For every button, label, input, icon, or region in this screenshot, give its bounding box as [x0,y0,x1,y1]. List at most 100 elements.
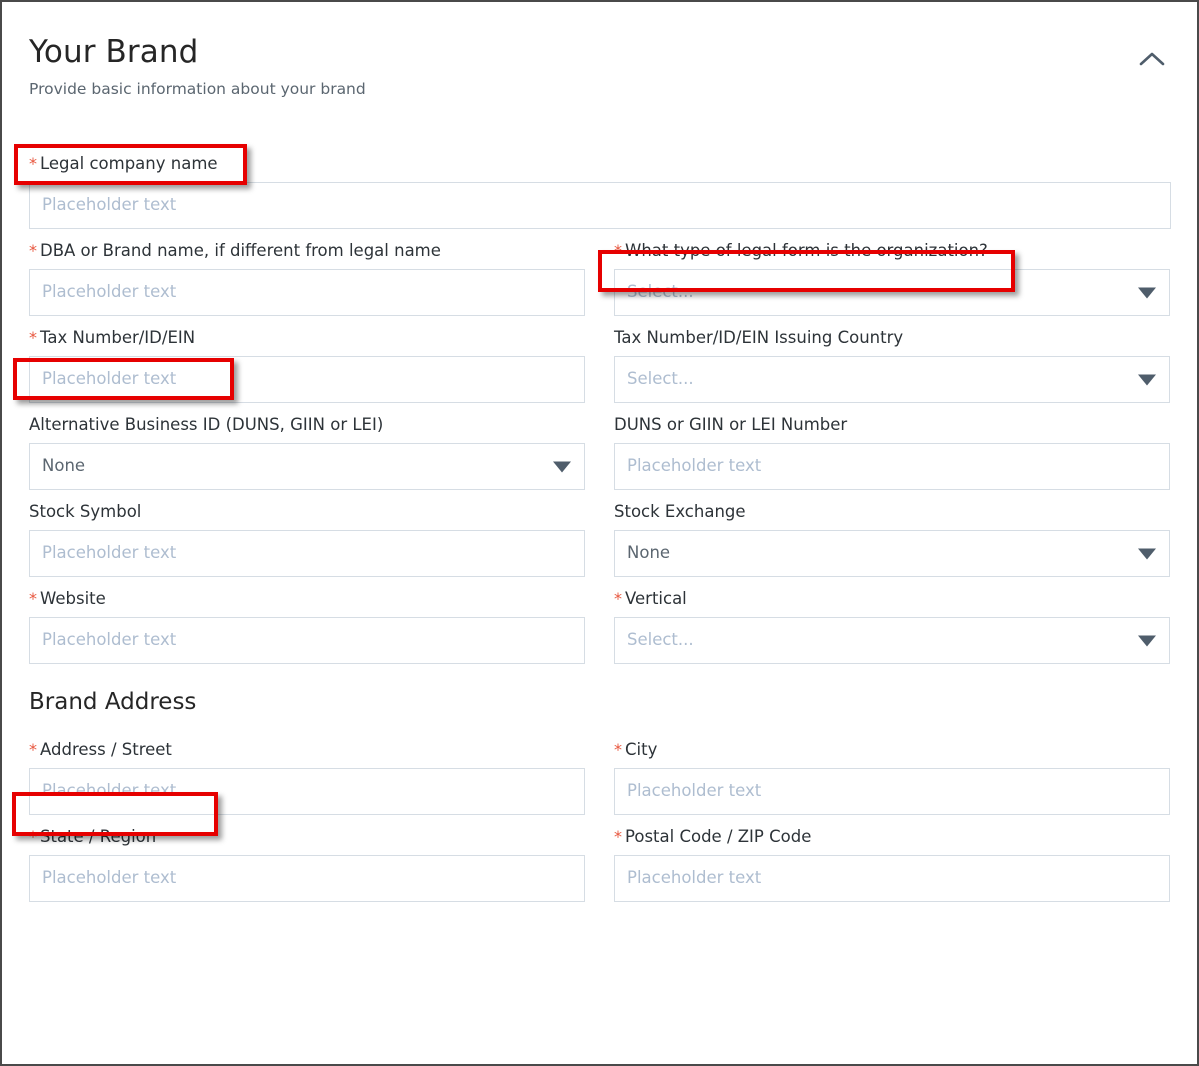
form-row-alt-business-id: Alternative Business ID (DUNS, GIIN or L… [29,403,1171,490]
chevron-down-icon [553,461,571,472]
form-col-legal-company-name: * Legal company name Placeholder text [29,142,1171,229]
state-region-input[interactable]: Placeholder text [29,855,585,902]
required-marker-icon: * [614,740,622,759]
form-col-stock-exchange: Stock Exchange None [614,490,1170,577]
field-address-street: * Address / Street Placeholder text [29,728,585,815]
legal-company-name-placeholder: Placeholder text [42,195,177,215]
required-marker-icon: * [614,241,622,260]
your-brand-form-page: Your Brand Provide basic information abo… [0,0,1199,1066]
form-col-vertical: * Vertical Select... [614,577,1170,664]
required-marker-icon: * [29,589,37,608]
form-col-stock-symbol: Stock Symbol Placeholder text [29,490,585,577]
field-stock-exchange: Stock Exchange None [614,490,1170,577]
dba-brand-name-label: * DBA or Brand name, if different from le… [29,230,585,269]
dba-brand-name-placeholder: Placeholder text [42,282,177,302]
form-row-stock: Stock Symbol Placeholder text Stock Exch… [29,490,1171,577]
postal-code-input[interactable]: Placeholder text [614,855,1170,902]
state-region-label-text: State / Region [40,827,157,846]
stock-symbol-label: Stock Symbol [29,491,585,530]
stock-symbol-label-text: Stock Symbol [29,502,142,521]
required-marker-icon: * [29,154,37,173]
duns-giin-lei-number-label: DUNS or GIIN or LEI Number [614,404,1170,443]
page-subtitle: Provide basic information about your bra… [29,80,366,98]
form-col-address-street: * Address / Street Placeholder text [29,728,585,815]
field-postal-code: * Postal Code / ZIP Code Placeholder text [614,815,1170,902]
vertical-placeholder: Select... [627,630,694,650]
legal-form-select[interactable]: Select... [614,269,1170,316]
legal-company-name-label-text: Legal company name [40,154,218,173]
stock-symbol-input[interactable]: Placeholder text [29,530,585,577]
field-city: * City Placeholder text [614,728,1170,815]
city-placeholder: Placeholder text [627,781,762,801]
required-marker-icon: * [614,827,622,846]
postal-code-label-text: Postal Code / ZIP Code [625,827,812,846]
field-tax-number: * Tax Number/ID/EIN Placeholder text [29,316,585,403]
alt-business-id-select[interactable]: None [29,443,585,490]
city-label-text: City [625,740,658,759]
page-title: Your Brand [29,34,199,70]
form-row-tax: * Tax Number/ID/EIN Placeholder text Tax … [29,316,1171,403]
stock-exchange-value: None [627,543,671,563]
website-label: * Website [29,578,585,617]
alt-business-id-label-text: Alternative Business ID (DUNS, GIIN or L… [29,415,384,434]
brand-form: * Legal company name Placeholder text * DB… [29,142,1171,902]
form-row-website-vertical: * Website Placeholder text * Vertical Sele… [29,577,1171,664]
field-state-region: * State / Region Placeholder text [29,815,585,902]
form-row-state-postal: * State / Region Placeholder text * Postal… [29,815,1171,902]
tax-issuing-country-select[interactable]: Select... [614,356,1170,403]
state-region-label: * State / Region [29,816,585,855]
address-street-input[interactable]: Placeholder text [29,768,585,815]
form-col-postal-code: * Postal Code / ZIP Code Placeholder text [614,815,1170,902]
vertical-label: * Vertical [614,578,1170,617]
form-col-tax-country: Tax Number/ID/EIN Issuing Country Select… [614,316,1170,403]
stock-exchange-label: Stock Exchange [614,491,1170,530]
alt-business-id-value: None [42,456,86,476]
form-row-address-city: * Address / Street Placeholder text * City… [29,728,1171,815]
form-col-alt-business-id: Alternative Business ID (DUNS, GIIN or L… [29,403,585,490]
duns-giin-lei-number-label-text: DUNS or GIIN or LEI Number [614,415,848,434]
field-alt-business-id: Alternative Business ID (DUNS, GIIN or L… [29,403,585,490]
dba-brand-name-input[interactable]: Placeholder text [29,269,585,316]
field-duns-giin-lei-number: DUNS or GIIN or LEI Number Placeholder t… [614,403,1170,490]
address-street-label-text: Address / Street [40,740,172,759]
field-vertical: * Vertical Select... [614,577,1170,664]
form-col-legal-form: * What type of legal form is the organiza… [614,229,1170,316]
tax-number-label-text: Tax Number/ID/EIN [40,328,196,347]
vertical-select[interactable]: Select... [614,617,1170,664]
alt-business-id-label: Alternative Business ID (DUNS, GIIN or L… [29,404,585,443]
legal-company-name-input[interactable]: Placeholder text [29,182,1171,229]
brand-address-heading: Brand Address [29,689,197,715]
city-input[interactable]: Placeholder text [614,768,1170,815]
tax-number-label: * Tax Number/ID/EIN [29,317,585,356]
tax-issuing-country-label: Tax Number/ID/EIN Issuing Country [614,317,1170,356]
brand-address-section: Brand Address [29,664,1171,728]
chevron-down-icon [1138,635,1156,646]
stock-exchange-label-text: Stock Exchange [614,502,746,521]
field-legal-form: * What type of legal form is the organiza… [614,229,1170,316]
website-placeholder: Placeholder text [42,630,177,650]
dba-brand-name-label-text: DBA or Brand name, if different from leg… [40,241,441,260]
legal-form-label: * What type of legal form is the organiza… [614,230,1170,269]
form-col-duns-number: DUNS or GIIN or LEI Number Placeholder t… [614,403,1170,490]
legal-company-name-label: * Legal company name [29,143,1171,182]
form-col-city: * City Placeholder text [614,728,1170,815]
required-marker-icon: * [29,827,37,846]
postal-code-label: * Postal Code / ZIP Code [614,816,1170,855]
state-region-placeholder: Placeholder text [42,868,177,888]
card-header: Your Brand Provide basic information abo… [29,32,1169,100]
address-street-label: * Address / Street [29,729,585,768]
form-col-dba: * DBA or Brand name, if different from le… [29,229,585,316]
legal-form-label-text: What type of legal form is the organizat… [625,241,988,260]
stock-exchange-select[interactable]: None [614,530,1170,577]
website-input[interactable]: Placeholder text [29,617,585,664]
required-marker-icon: * [29,241,37,260]
chevron-down-icon [1138,548,1156,559]
field-tax-issuing-country: Tax Number/ID/EIN Issuing Country Select… [614,316,1170,403]
form-row-legal-company-name: * Legal company name Placeholder text [29,142,1171,229]
required-marker-icon: * [614,589,622,608]
tax-number-input[interactable]: Placeholder text [29,356,585,403]
field-website: * Website Placeholder text [29,577,585,664]
duns-giin-lei-number-input[interactable]: Placeholder text [614,443,1170,490]
chevron-up-icon[interactable] [1135,42,1169,76]
vertical-label-text: Vertical [625,589,687,608]
